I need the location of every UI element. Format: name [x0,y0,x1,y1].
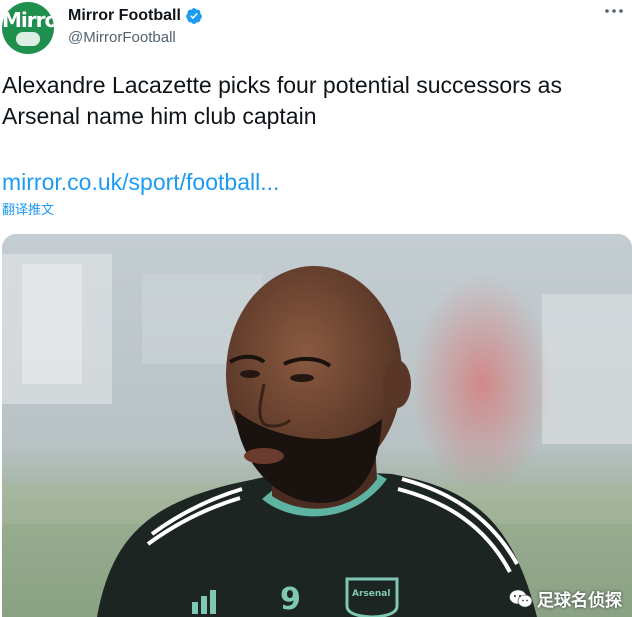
crest-text: Arsenal [352,589,390,599]
translate-tweet-link[interactable]: 翻译推文 [2,202,54,218]
more-options-button[interactable] [600,2,628,22]
tweet-media-photo[interactable]: 9 Arsenal 足球名侦探 [2,234,632,617]
tweet-text-line-2: Arsenal name him club captain [2,103,317,129]
tweet-text-line-1: Alexandre Lacazette picks four potential… [2,72,562,98]
watermark-text: 足球名侦探 [537,591,622,610]
watermark: 足球名侦探 [509,586,622,611]
avatar-ball-shape [16,32,40,46]
name-row: Mirror Football [68,6,203,26]
player-photo: 9 Arsenal [2,234,632,617]
display-name[interactable]: Mirror Football [68,6,181,26]
account-handle[interactable]: @MirrorFootball [68,28,176,48]
avatar[interactable]: Mirror [2,2,54,54]
tweet-text: Alexandre Lacazette picks four potential… [2,70,632,132]
more-icon [605,9,623,13]
tweet-card: Mirror Mirror Football @MirrorFootball A… [0,0,632,617]
avatar-logo-text: Mirror [2,8,54,32]
verified-badge-icon [186,8,202,24]
wechat-icon [509,589,533,607]
shirt-number: 9 [280,582,301,617]
article-link[interactable]: mirror.co.uk/sport/football... [2,167,279,198]
